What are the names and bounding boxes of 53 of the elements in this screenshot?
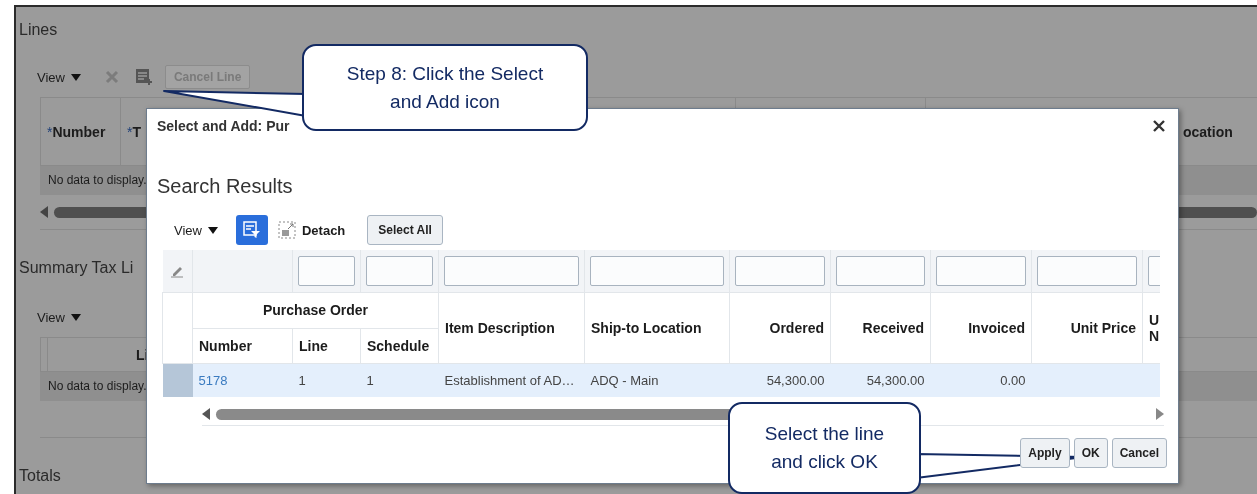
table-cell: 54,300.00 xyxy=(766,372,825,388)
select-all-button[interactable]: Select All xyxy=(367,215,443,245)
dialog-button[interactable]: OK xyxy=(1073,438,1108,468)
filter-field[interactable] xyxy=(936,255,1026,286)
table-cell: Establishment of AD… xyxy=(444,372,575,388)
column-header[interactable]: Line xyxy=(292,328,361,363)
close-icon[interactable] xyxy=(1153,120,1165,132)
delete-icon[interactable] xyxy=(104,70,119,84)
column-header[interactable]: Ordered xyxy=(729,292,831,363)
callout: Step 8: Click the Select and Add icon xyxy=(302,44,588,131)
column-group-header: Purchase Order xyxy=(192,292,439,328)
section-title: Summary Tax Li xyxy=(19,259,134,277)
view-menu[interactable]: View xyxy=(37,69,65,85)
table-row[interactable]: 5178 1 1 Establishment of AD… ADQ - Main 54,300.00 54,300.00 0.00 xyxy=(162,363,1160,397)
caret-icon xyxy=(70,313,81,321)
section-title: Totals xyxy=(19,467,61,485)
column-header[interactable]: Item Description xyxy=(438,292,585,363)
section-heading: Search Results xyxy=(157,175,293,198)
column-header: *Number xyxy=(40,98,120,165)
filter-field[interactable] xyxy=(298,255,355,286)
filter-toggle-button[interactable] xyxy=(235,215,268,245)
dialog-button[interactable]: Cancel xyxy=(1111,438,1167,468)
column-header[interactable]: Unit Price xyxy=(1031,292,1143,363)
column-header: ocation xyxy=(1182,122,1234,142)
section-title: Lines xyxy=(19,21,58,39)
filter-field[interactable] xyxy=(735,255,825,286)
dialog-button[interactable]: Apply xyxy=(1020,438,1070,468)
table-cell: ADQ - Main xyxy=(590,372,659,388)
filter-field[interactable] xyxy=(444,255,579,286)
filter-field[interactable] xyxy=(1037,255,1137,286)
dialog-title: Select and Add: Pur xyxy=(157,118,290,134)
column-header[interactable]: U N xyxy=(1142,292,1160,363)
table-cell: 0.00 xyxy=(1000,372,1026,388)
select-and-add-icon[interactable] xyxy=(134,68,153,86)
table-cell: 1 xyxy=(366,372,374,388)
filter-field[interactable] xyxy=(590,255,724,286)
filter-field[interactable] xyxy=(836,255,925,286)
table-cell: 1 xyxy=(298,372,306,388)
order-link[interactable]: 5178 xyxy=(198,372,228,388)
filter-icon xyxy=(242,221,261,239)
column-header[interactable]: Ship-to Location xyxy=(584,292,730,363)
column-header[interactable]: Invoiced xyxy=(930,292,1032,363)
filter-field[interactable] xyxy=(366,255,433,286)
caret-icon xyxy=(70,73,81,81)
table-cell: 54,300.00 xyxy=(866,372,925,388)
detach-icon[interactable] xyxy=(277,221,296,239)
column-header[interactable]: Number xyxy=(192,328,293,363)
callout: Select the line and click OK xyxy=(728,402,921,494)
view-menu[interactable]: View xyxy=(37,309,65,325)
view-menu[interactable]: View xyxy=(174,222,202,238)
column-header[interactable]: Received xyxy=(830,292,931,363)
caret-icon xyxy=(207,226,218,234)
detach-button[interactable]: Detach xyxy=(301,222,346,238)
